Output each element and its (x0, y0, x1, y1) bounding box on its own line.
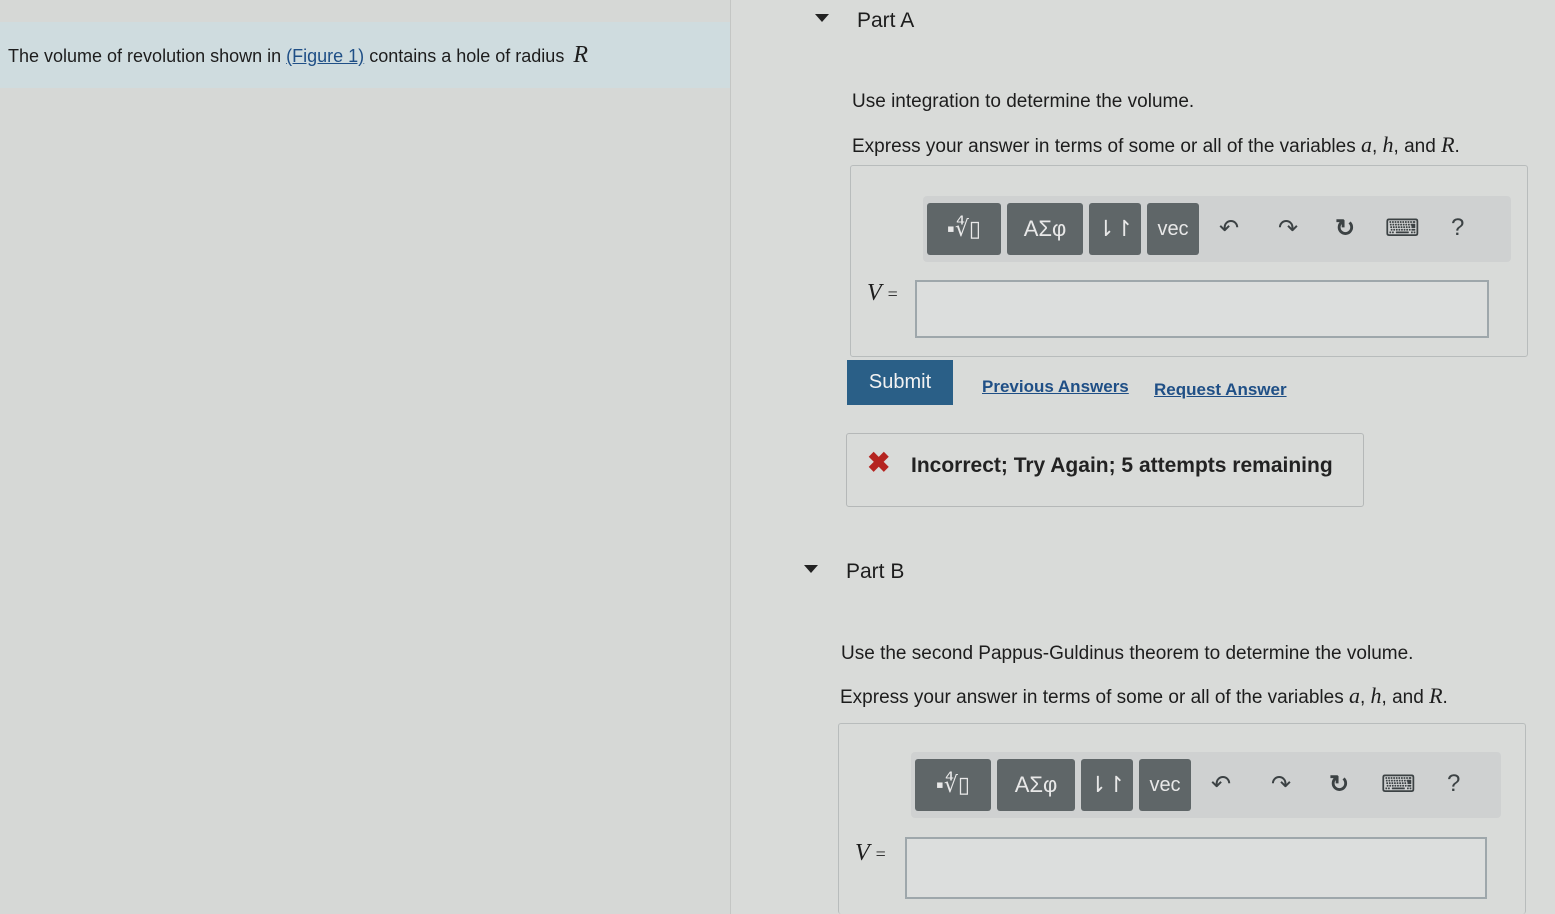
undo-icon[interactable]: ↶ (1219, 214, 1239, 243)
intro-text-after: contains a hole of radius (364, 46, 570, 66)
part-a-var-a: a (1360, 132, 1372, 157)
vec-button[interactable]: vec (1139, 759, 1191, 811)
part-a-math-toolbar: ▪∜▯ ΑΣφ ⇂↾ vec ↶ ↷ ↻ ⌨ ? (923, 196, 1511, 262)
part-b-title[interactable]: Part B (846, 560, 904, 584)
submit-button[interactable]: Submit (847, 360, 953, 405)
problem-pane: The volume of revolution shown in (Figur… (0, 0, 731, 914)
redo-icon[interactable]: ↷ (1278, 214, 1298, 243)
arrows-button[interactable]: ⇂↾ (1089, 203, 1141, 255)
part-a-var-r: R (1441, 132, 1455, 157)
part-b-eq-sign: = (875, 844, 886, 864)
radius-variable: R (573, 42, 588, 68)
part-b-answer-input[interactable] (905, 837, 1487, 899)
redo-icon[interactable]: ↷ (1271, 770, 1291, 799)
part-b-express: Express your answer in terms of some or … (840, 683, 1448, 708)
vec-button[interactable]: vec (1147, 203, 1199, 255)
part-b-equation-label: V = (855, 840, 886, 867)
undo-icon[interactable]: ↶ (1211, 770, 1231, 799)
part-b-collapse-icon[interactable] (804, 565, 818, 573)
keyboard-icon[interactable]: ⌨ (1381, 770, 1416, 799)
part-b-var-a: a (1348, 683, 1360, 708)
part-b-answer-card: ▪∜▯ ΑΣφ ⇂↾ vec ↶ ↷ ↻ ⌨ ? V = (838, 723, 1526, 914)
part-a-answer-card: ▪∜▯ ΑΣφ ⇂↾ vec ↶ ↷ ↻ ⌨ ? V = (850, 165, 1528, 357)
templates-button[interactable]: ▪∜▯ (915, 759, 991, 811)
part-b-var-h: h (1370, 683, 1382, 708)
error-x-icon: ✖ (867, 447, 891, 478)
problem-statement: The volume of revolution shown in (Figur… (0, 22, 730, 88)
part-b-and: and (1392, 687, 1424, 708)
feedback-text: Incorrect; Try Again; 5 attempts remaini… (911, 454, 1333, 477)
previous-answers-link[interactable]: Previous Answers (982, 377, 1129, 397)
part-a-and: and (1404, 136, 1436, 157)
part-a-eq-var: V (867, 280, 882, 306)
part-b-instruction: Use the second Pappus-Guldinus theorem t… (841, 643, 1414, 664)
greek-symbols-button[interactable]: ΑΣφ (997, 759, 1075, 811)
part-a-equation-label: V = (867, 280, 898, 307)
request-answer-link[interactable]: Request Answer (1154, 380, 1287, 400)
part-a-title[interactable]: Part A (857, 9, 914, 33)
feedback-box: ✖ Incorrect; Try Again; 5 attempts remai… (846, 433, 1364, 507)
reset-icon[interactable]: ↻ (1329, 770, 1349, 799)
templates-button[interactable]: ▪∜▯ (927, 203, 1001, 255)
part-a-var-h: h (1382, 132, 1394, 157)
part-b-var-r: R (1429, 683, 1443, 708)
part-b-express-prefix: Express your answer in terms of some or … (840, 687, 1349, 708)
figure-link[interactable]: (Figure 1) (286, 46, 364, 66)
keyboard-icon[interactable]: ⌨ (1385, 214, 1420, 243)
help-icon[interactable]: ? (1447, 770, 1460, 798)
part-a-instruction: Use integration to determine the volume. (852, 91, 1195, 112)
part-a-express: Express your answer in terms of some or … (852, 132, 1460, 157)
part-a-collapse-icon[interactable] (815, 14, 829, 22)
part-b-eq-var: V (855, 840, 870, 866)
intro-text-before: The volume of revolution shown in (8, 46, 287, 66)
greek-symbols-button[interactable]: ΑΣφ (1007, 203, 1083, 255)
help-icon[interactable]: ? (1451, 214, 1464, 242)
part-b-math-toolbar: ▪∜▯ ΑΣφ ⇂↾ vec ↶ ↷ ↻ ⌨ ? (911, 752, 1501, 818)
arrows-button[interactable]: ⇂↾ (1081, 759, 1133, 811)
part-a-eq-sign: = (887, 284, 898, 304)
part-a-answer-input[interactable] (915, 280, 1489, 338)
part-a-express-prefix: Express your answer in terms of some or … (852, 136, 1361, 157)
reset-icon[interactable]: ↻ (1335, 214, 1355, 243)
